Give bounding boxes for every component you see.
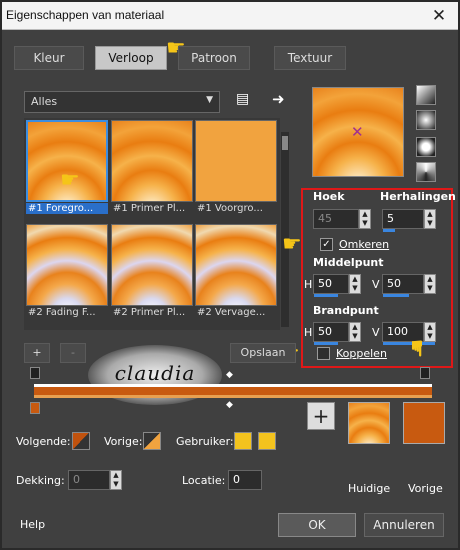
radial-style-icon[interactable] — [416, 162, 436, 182]
opacity-stepper[interactable]: ▲ ▼ — [110, 470, 122, 490]
focal-v-label: V — [372, 326, 380, 339]
gradient-preview — [111, 120, 193, 202]
category-dropdown[interactable]: Alles ▼ — [24, 91, 220, 113]
angle-label: Hoek — [313, 190, 345, 203]
center-v-slider[interactable] — [383, 294, 409, 297]
thumbnail-item[interactable]: #1 Voorgro... — [195, 120, 277, 220]
center-v-stepper[interactable]: ▲ ▼ — [424, 274, 436, 294]
midpoint-marker-icon[interactable]: ◆ — [226, 370, 233, 380]
tab-verloop[interactable]: Verloop — [95, 46, 167, 70]
rectangular-style-icon[interactable] — [416, 110, 436, 130]
pointing-hand-icon: ☛ — [403, 338, 429, 359]
arrow-right-icon[interactable]: ➜ — [272, 90, 285, 108]
thumbnail-label: #2 Primer Pl... — [113, 307, 186, 318]
location-label: Locatie: — [182, 474, 226, 487]
thumbnail-item[interactable]: #2 Fading F... — [26, 224, 108, 324]
thumbnail-label: #1 Voorgro... — [197, 203, 263, 214]
category-value: Alles — [31, 95, 58, 108]
opacity-label: Dekking: — [16, 474, 65, 487]
opacity-input[interactable]: 0 — [68, 470, 110, 490]
focal-h-stepper[interactable]: ▲ ▼ — [349, 322, 361, 342]
focal-label: Brandpunt — [313, 304, 379, 317]
thumbnails-scrollbar[interactable] — [281, 132, 289, 327]
thumbnail-label: #1 Foregro... — [26, 203, 108, 214]
center-h-label: H — [304, 278, 313, 291]
repeats-input[interactable]: 5 — [382, 209, 424, 229]
previous-label: Vorige — [408, 482, 443, 495]
title-bar: Eigenschappen van materiaal ✕ — [2, 2, 458, 30]
follow-label: Volgende: — [16, 435, 71, 448]
angle-stepper[interactable]: ▲ ▼ — [359, 209, 371, 229]
current-swatch[interactable] — [348, 402, 390, 444]
top-stop-right[interactable] — [420, 367, 430, 379]
add-swatch-button[interactable]: + — [307, 402, 335, 430]
invert-checkbox[interactable]: ✓ — [320, 238, 333, 251]
thumbnail-item[interactable]: #2 Vervage... — [195, 224, 277, 324]
gradient-thumbnails: #1 Foregro... #1 Primer Pl... #1 Voorgro… — [24, 118, 280, 330]
repeats-slider[interactable] — [383, 229, 395, 232]
thumbnail-label: #2 Fading F... — [28, 307, 96, 318]
tab-patroon[interactable]: Patroon — [178, 46, 250, 70]
location-input[interactable]: 0 — [228, 470, 262, 490]
pointing-hand-icon: ☛ — [60, 168, 80, 193]
focal-h-slider[interactable] — [314, 342, 338, 345]
pointing-hand-icon: ☛ — [282, 232, 302, 257]
sunburst-style-icon[interactable] — [416, 137, 436, 157]
center-h-slider[interactable] — [314, 294, 338, 297]
close-button[interactable]: ✕ — [426, 5, 452, 27]
center-v-input[interactable]: 50 — [382, 274, 424, 294]
gradient-preview — [195, 120, 277, 202]
tab-kleur[interactable]: Kleur — [14, 46, 84, 70]
center-h-input[interactable]: 50 — [313, 274, 349, 294]
thumbnail-label: #2 Vervage... — [197, 307, 266, 318]
gradient-preview — [111, 224, 193, 306]
center-h-stepper[interactable]: ▲ ▼ — [349, 274, 361, 294]
thumbnail-label: #1 Primer Pl... — [113, 203, 186, 214]
link-label: Koppelen — [336, 347, 387, 360]
center-v-label: V — [372, 278, 380, 291]
tab-textuur[interactable]: Textuur — [274, 46, 346, 70]
focal-h-input[interactable]: 50 — [313, 322, 349, 342]
gradient-preview — [26, 224, 108, 306]
angle-input[interactable]: 45 — [313, 209, 359, 229]
user-swatch-2[interactable] — [258, 432, 276, 450]
user-label: Gebruiker: — [176, 435, 234, 448]
midpoint-marker-icon[interactable]: ◆ — [226, 400, 233, 410]
color-stop-left[interactable] — [30, 402, 40, 414]
linear-style-icon[interactable] — [416, 85, 436, 105]
repeats-label: Herhalingen — [380, 190, 456, 203]
invert-label: Omkeren — [339, 238, 390, 251]
follow-swatch[interactable] — [72, 432, 90, 450]
focal-h-label: H — [304, 326, 313, 339]
prev-label: Vorige: — [104, 435, 143, 448]
previous-swatch[interactable] — [403, 402, 445, 444]
prev-swatch[interactable] — [143, 432, 161, 450]
help-button[interactable]: Help — [20, 518, 45, 531]
watermark-text: claudia — [114, 361, 196, 385]
save-button[interactable]: Opslaan — [230, 343, 296, 363]
library-icon[interactable]: ▤ — [236, 91, 254, 109]
thumbnail-item[interactable]: #2 Primer Pl... — [111, 224, 193, 324]
add-gradient-button[interactable]: + — [24, 343, 50, 363]
link-checkbox[interactable] — [317, 347, 330, 360]
gradient-bar[interactable] — [34, 384, 432, 398]
window-title: Eigenschappen van materiaal — [6, 8, 165, 22]
remove-gradient-button[interactable]: - — [60, 343, 86, 363]
current-label: Huidige — [348, 482, 391, 495]
cancel-button[interactable]: Annuleren — [364, 513, 444, 537]
center-label: Middelpunt — [313, 256, 384, 269]
center-marker-icon[interactable]: ✕ — [351, 123, 364, 141]
gradient-preview — [195, 224, 277, 306]
thumbnail-item[interactable]: #1 Primer Pl... — [111, 120, 193, 220]
chevron-down-icon: ▼ — [206, 95, 213, 105]
user-swatch[interactable] — [234, 432, 252, 450]
repeats-stepper[interactable]: ▲ ▼ — [424, 209, 436, 229]
ok-button[interactable]: OK — [278, 513, 356, 537]
scrollbar-thumb[interactable] — [282, 136, 288, 150]
top-stop-left[interactable] — [30, 367, 40, 379]
